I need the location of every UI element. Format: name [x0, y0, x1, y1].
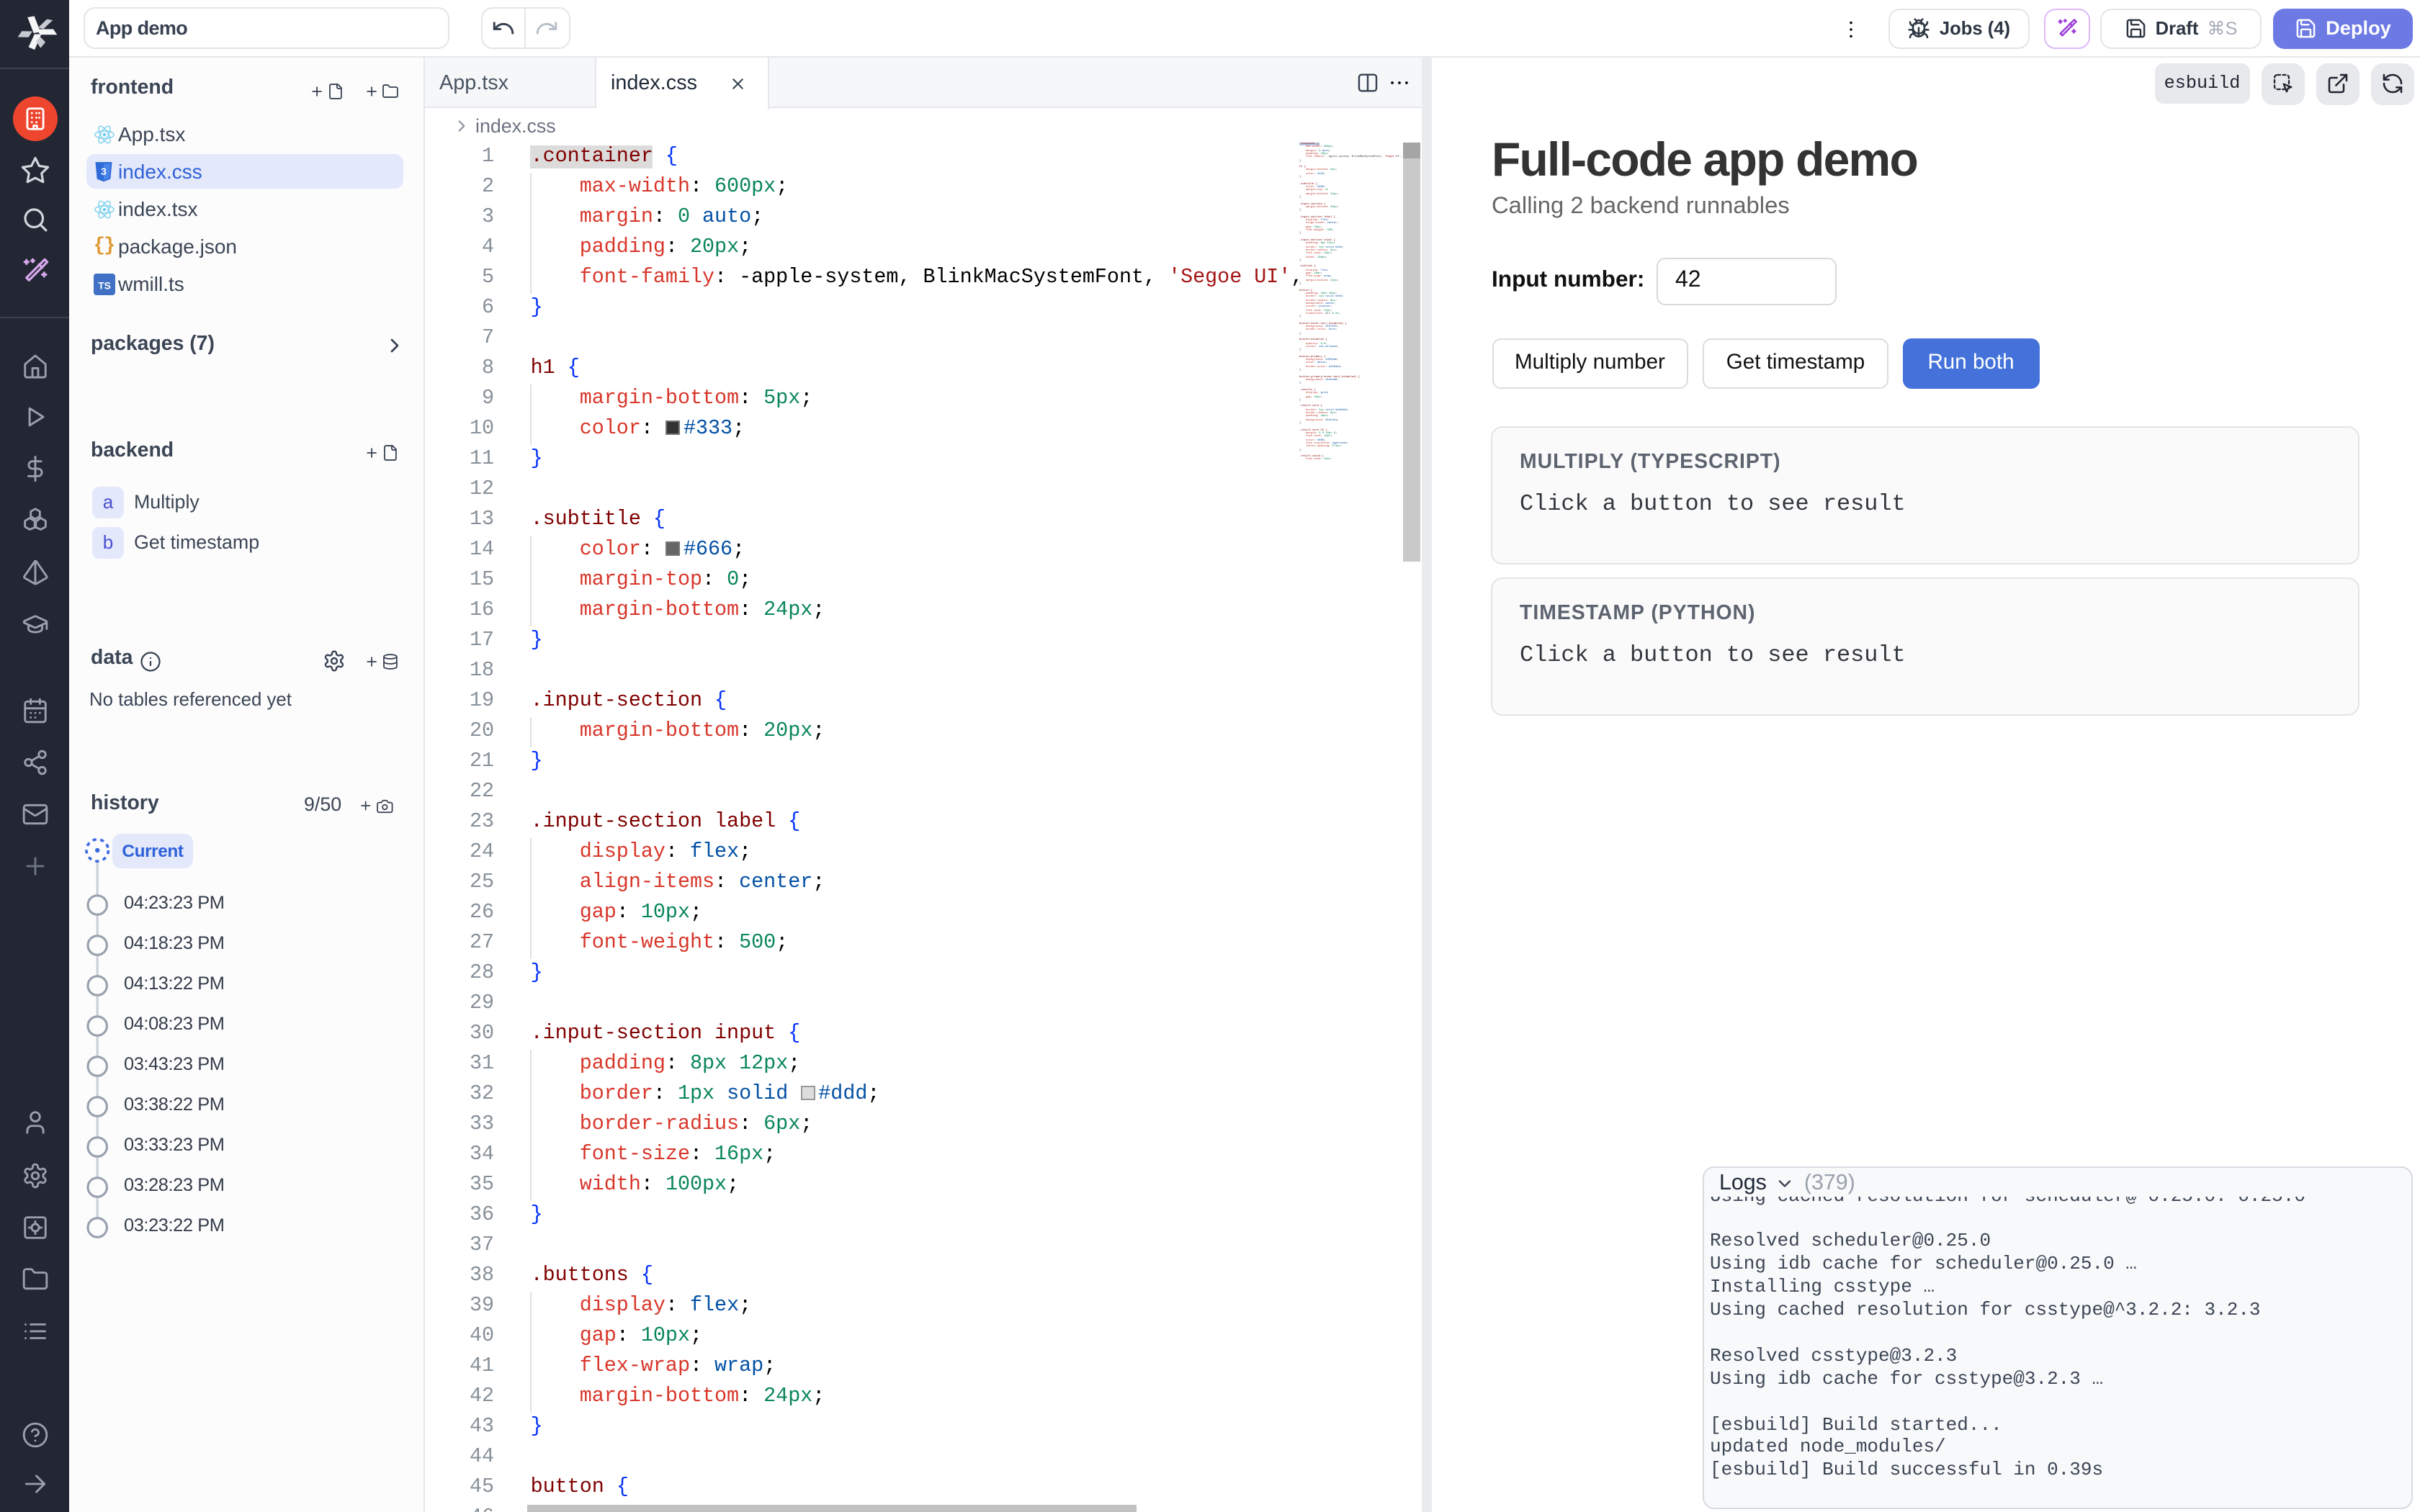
svg-text:3: 3 — [101, 165, 107, 176]
svg-text:TS: TS — [97, 279, 110, 290]
